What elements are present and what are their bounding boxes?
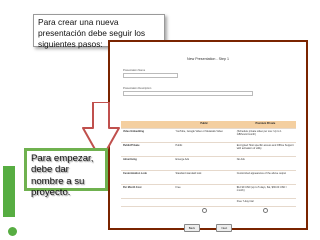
table-row: Public/Private Public Encrypted Host spe… — [121, 142, 296, 157]
row-label: Advertising — [121, 156, 174, 171]
row-label: Video Embedding — [121, 128, 174, 143]
plan-comparison-table: Public Premium Private Video Embedding Y… — [121, 121, 296, 215]
row-label: Per Month Cost — [121, 184, 174, 199]
public-cell: Public — [173, 142, 235, 157]
presentation-description-input[interactable] — [123, 91, 253, 96]
public-cell: Free — [173, 184, 235, 199]
decorative-bar — [3, 166, 15, 217]
back-button[interactable]: Back — [183, 224, 200, 232]
premium-cell: $12.99 USD (up to 5 days, flat, $36.00 U… — [234, 184, 296, 199]
presentation-name-input[interactable] — [123, 73, 178, 78]
form-button-bar: Back Next — [110, 216, 306, 234]
header-cell-public[interactable]: Public — [173, 121, 235, 129]
public-cell — [173, 198, 235, 207]
row-label: Customization Look — [121, 170, 174, 185]
premium-cell: No Ads — [234, 156, 296, 171]
table-row: Advertising Emerge Ads No Ads — [121, 156, 296, 171]
presentation-description-label: Presentation Description — [123, 87, 152, 90]
premium-plan-radio[interactable] — [262, 208, 268, 213]
premium-cell: Customized appearance of the above outpu… — [234, 170, 296, 185]
public-cell: Emerge Ads — [173, 156, 235, 171]
table-row: Free 7-day trial — [121, 198, 296, 207]
public-cell: YouTube, Google Video or Metacafe Video — [173, 128, 235, 143]
decorative-dot — [8, 227, 17, 236]
callout-box: Para empezar, debe dar nombre a su proye… — [24, 148, 108, 198]
header-cell — [121, 121, 174, 129]
table-row: Video Embedding YouTube, Google Video or… — [121, 128, 296, 143]
callout-text: Para empezar, debe dar nombre a su proye… — [31, 153, 94, 199]
plan-select-row — [121, 206, 296, 215]
premium-cell: (Schedule private video per one: Up to 1… — [234, 128, 296, 143]
premium-cell: Free 7-day trial — [234, 198, 296, 207]
form-title: New Presentation - Step 1 — [187, 57, 229, 61]
presentation-name-label: Presentation Name — [123, 69, 146, 72]
premium-cell: Encrypted Host specific access and Offli… — [234, 142, 296, 157]
row-label: Public/Private — [121, 142, 174, 157]
public-plan-radio[interactable] — [201, 208, 207, 213]
public-cell: Standard standard look — [173, 170, 235, 185]
table-row: Customization Look Standard standard loo… — [121, 170, 296, 185]
header-cell-premium[interactable]: Premium Private — [234, 121, 296, 129]
table-header-row: Public Premium Private — [121, 121, 296, 129]
table-row: Per Month Cost Free $12.99 USD (up to 5 … — [121, 184, 296, 199]
row-label — [121, 198, 174, 207]
next-button[interactable]: Next — [216, 224, 233, 232]
form-screenshot-frame: New Presentation - Step 1 Presentation N… — [108, 40, 308, 232]
